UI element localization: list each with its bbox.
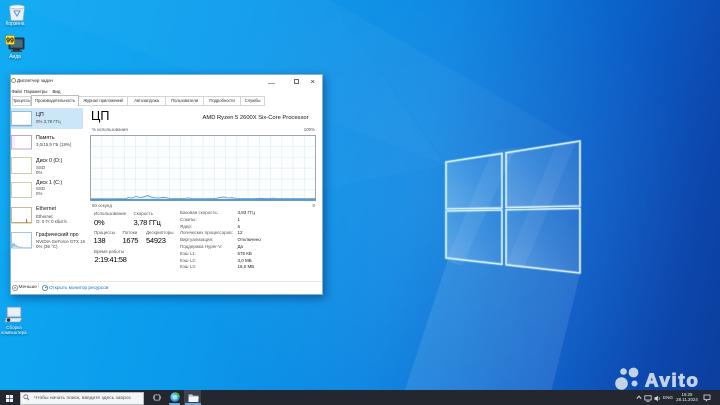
svg-text:99: 99 (6, 38, 14, 45)
svg-text:Avito: Avito (645, 370, 700, 391)
